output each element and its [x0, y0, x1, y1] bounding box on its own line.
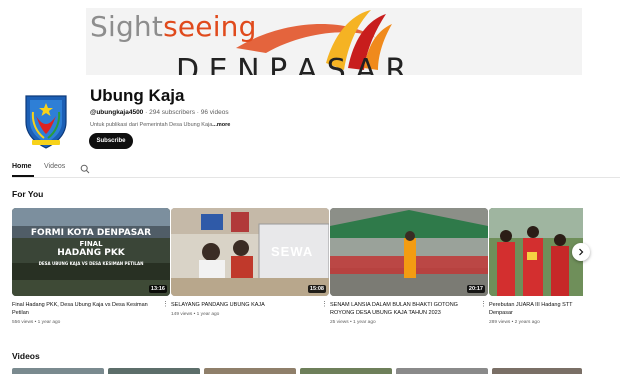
video-card[interactable]: Perebutan JUARA III Hadang STT Denpasar … [480, 208, 583, 325]
video-thumbnail[interactable]: FORMI KOTA DENPASAR FINAL HADANG PKK DES… [12, 208, 170, 296]
section-title-videos: Videos [12, 351, 40, 361]
more-options-icon[interactable]: ⋮ [321, 300, 328, 308]
video-title[interactable]: SELAYANG PANDANG UBUNG KAJA [171, 301, 319, 309]
channel-stats: · 294 subscribers · 96 videos [143, 109, 229, 116]
svg-text:D E N P A S A R: D E N P A S A R [176, 53, 406, 75]
video-thumbnail[interactable] [489, 208, 583, 296]
video-thumbnail[interactable] [12, 368, 104, 374]
thumbnail-overlay-text: FORMI KOTA DENPASAR FINAL HADANG PKK DES… [30, 228, 152, 266]
channel-description[interactable]: Untuk publikasi dari Pemerintah Desa Ubu… [90, 122, 230, 128]
tab-home[interactable]: Home [12, 163, 31, 170]
chevron-right-icon [579, 248, 584, 256]
video-meta: 556 views • 1 year ago [12, 320, 61, 325]
channel-avatar[interactable] [10, 82, 82, 154]
more-options-icon[interactable]: ⋮ [162, 300, 169, 308]
video-title[interactable]: Final Hadang PKK, Desa Ubung Kaja vs Des… [12, 301, 160, 317]
video-meta: 149 views • 1 year ago [171, 312, 220, 317]
section-title-for-you: For You [12, 189, 44, 199]
banner-title: Sightseeing [90, 10, 257, 43]
description-more-link[interactable]: ...more [212, 122, 230, 128]
tab-search-icon[interactable] [80, 161, 90, 179]
video-title[interactable]: Perebutan JUARA III Hadang STT Denpasar [489, 301, 581, 317]
description-text: Untuk publikasi dari Pemerintah Desa Ubu… [90, 122, 213, 128]
video-thumbnail[interactable] [396, 368, 488, 374]
tab-home-indicator [12, 175, 34, 177]
video-duration: 15:08 [307, 285, 326, 293]
thumbnail-image [330, 208, 488, 296]
video-thumbnail[interactable] [492, 368, 582, 374]
channel-title: Ubung Kaja [90, 86, 185, 105]
crest-icon [10, 82, 82, 154]
carousel-next-button[interactable] [572, 243, 590, 261]
video-thumbnail[interactable]: SEWA 15:08 [171, 208, 329, 296]
video-duration: 20:17 [466, 285, 485, 293]
video-card[interactable]: 20:17 SENAM LANSIA DALAM BULAN BHAKTI GO… [321, 208, 488, 325]
channel-handle: @ubungkaja4500 [90, 109, 144, 116]
video-thumbnail[interactable] [204, 368, 296, 374]
thumbnail-image [489, 208, 583, 296]
video-card[interactable]: FORMI KOTA DENPASAR FINAL HADANG PKK DES… [12, 208, 170, 325]
channel-meta: @ubungkaja4500 · 294 subscribers · 96 vi… [90, 109, 229, 116]
channel-tabs: Home Videos [12, 160, 620, 178]
video-card[interactable]: SEWA 15:08 SELAYANG PANDANG UBUNG KAJA 1… [162, 208, 329, 317]
more-options-icon[interactable]: ⋮ [480, 300, 487, 308]
video-meta: 25 views • 1 year ago [330, 320, 376, 325]
video-meta: 289 views • 2 years ago [489, 320, 540, 325]
channel-banner: D E N P A S A R Sightseeing [86, 8, 582, 75]
subscribe-button[interactable]: Subscribe [89, 133, 133, 149]
video-title[interactable]: SENAM LANSIA DALAM BULAN BHAKTI GOTONG R… [330, 301, 478, 317]
tab-videos[interactable]: Videos [44, 163, 65, 170]
video-duration: 13:16 [148, 285, 167, 293]
video-thumbnail[interactable]: 20:17 [330, 208, 488, 296]
video-thumbnail[interactable] [108, 368, 200, 374]
thumbnail-overlay-text: SEWA [271, 244, 314, 259]
video-thumbnail[interactable] [300, 368, 392, 374]
